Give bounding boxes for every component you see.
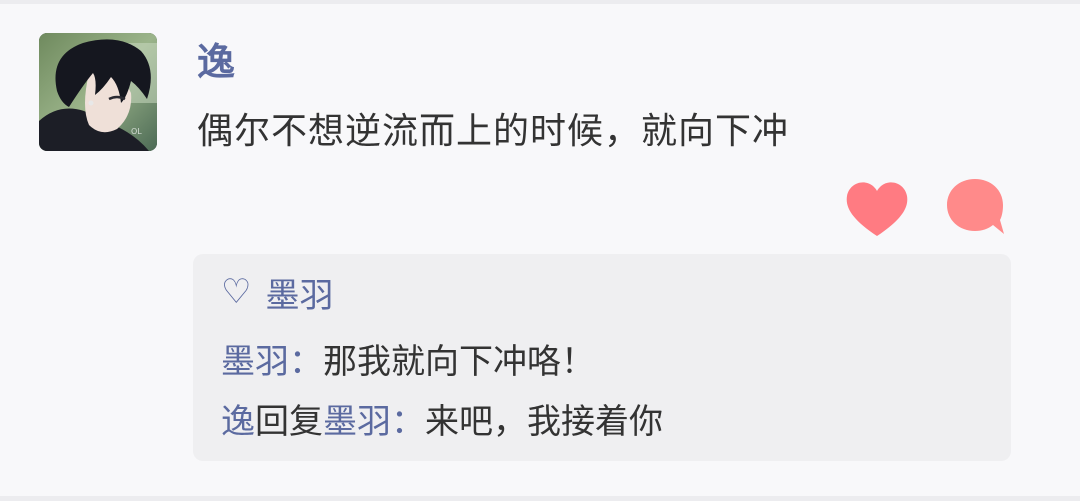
reply-text[interactable]: 来吧，我接着你	[425, 402, 663, 442]
reply-item: 逸回复墨羽：来吧，我接着你	[221, 400, 663, 444]
reply-text[interactable]: 那我就向下冲咯！	[323, 342, 595, 382]
speech-bubble-icon	[947, 179, 1004, 234]
comment-author[interactable]: 逸	[197, 38, 235, 86]
heart-icon	[846, 182, 908, 236]
comment-page: OL 逸 偶尔不想逆流而上的时候，就向下冲 ♡ 墨羽 墨羽：那我就向下冲咯！ 逸…	[0, 0, 1080, 501]
reply-box: ♡ 墨羽 墨羽：那我就向下冲咯！ 逸回复墨羽：来吧，我接着你	[193, 254, 1011, 461]
reply-word: 回复	[255, 402, 323, 442]
reply-target[interactable]: 墨羽	[323, 402, 391, 442]
liked-by-row: ♡ 墨羽	[221, 268, 333, 317]
reply-author[interactable]: 逸	[221, 402, 255, 442]
bottom-divider	[0, 496, 1080, 501]
reply-item: 墨羽：那我就向下冲咯！	[221, 340, 595, 384]
avatar-image: OL	[39, 33, 157, 151]
comment-text: 偶尔不想逆流而上的时候，就向下冲	[197, 111, 790, 152]
like-button[interactable]	[845, 180, 909, 238]
reply-button[interactable]	[944, 176, 1006, 238]
reply-author[interactable]: 墨羽	[221, 342, 289, 382]
reply-separator: ：	[391, 402, 425, 442]
avatar[interactable]: OL	[39, 33, 157, 151]
heart-outline-icon: ♡	[221, 272, 252, 312]
svg-text:OL: OL	[131, 127, 142, 136]
top-divider	[0, 0, 1080, 4]
liked-by-name[interactable]: 墨羽	[265, 268, 333, 317]
reply-separator: ：	[289, 342, 323, 382]
